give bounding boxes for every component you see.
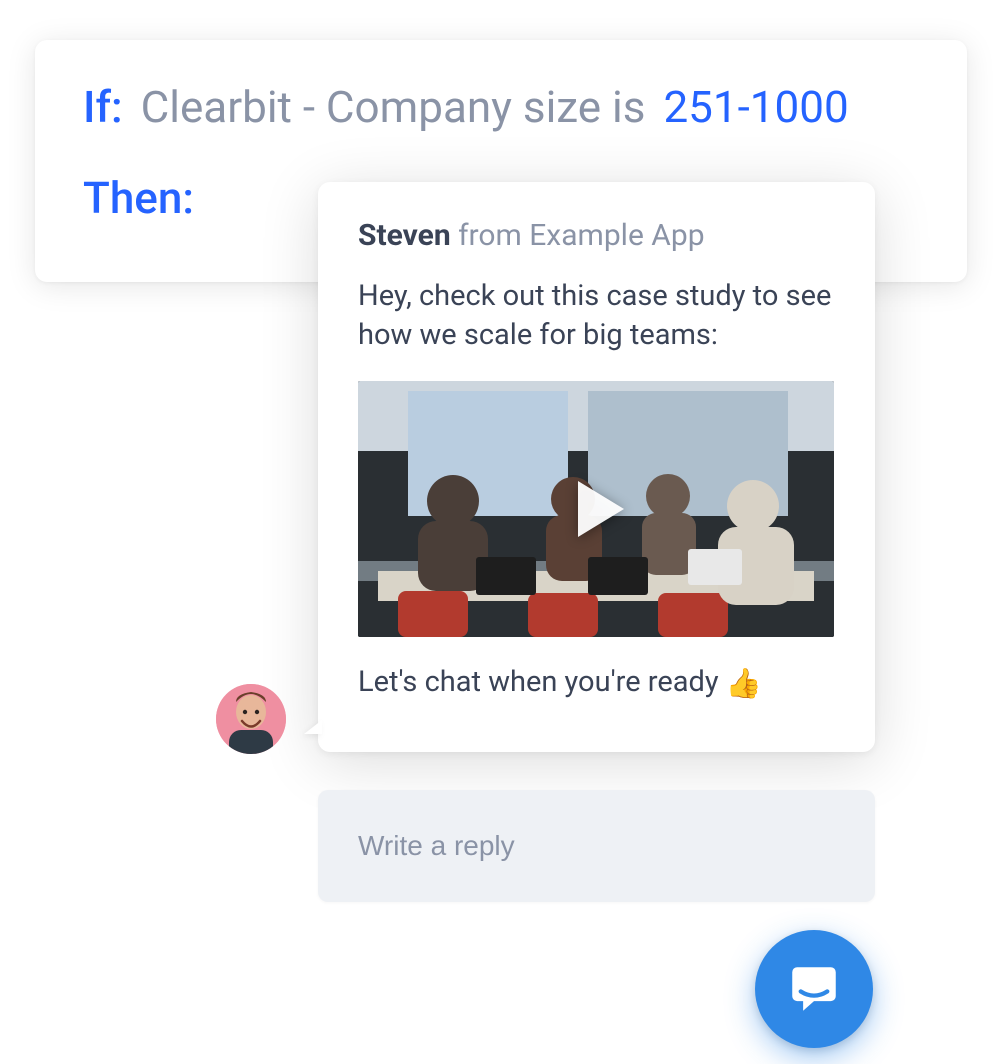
rule-value[interactable]: 251-1000 [663, 82, 848, 133]
message-text-2-text: Let's chat when you're ready [358, 665, 726, 699]
chat-message-bubble: Steven from Example App Hey, check out t… [318, 182, 875, 752]
reply-input[interactable] [358, 830, 835, 862]
sender-line: Steven from Example App [358, 218, 835, 253]
rule-if-row: If: Clearbit - Company size is 251-1000 [83, 82, 919, 133]
thumbs-up-icon: 👍 [726, 665, 762, 704]
sender-name: Steven [358, 218, 451, 253]
chat-launcher-button[interactable] [755, 930, 873, 1048]
reply-box[interactable] [318, 790, 875, 902]
message-text-2: Let's chat when you're ready 👍 [358, 663, 835, 704]
bubble-tail [304, 720, 322, 734]
sender-avatar[interactable] [216, 684, 286, 754]
then-keyword: Then: [83, 172, 194, 224]
video-thumbnail [358, 381, 834, 637]
if-keyword: If: [83, 82, 123, 133]
intercom-launcher-icon [785, 960, 843, 1018]
rule-attribute[interactable]: Clearbit - Company size is [141, 82, 646, 133]
case-study-video[interactable] [358, 381, 834, 637]
message-text-1: Hey, check out this case study to see ho… [358, 277, 835, 355]
sender-from: from Example App [451, 218, 705, 253]
